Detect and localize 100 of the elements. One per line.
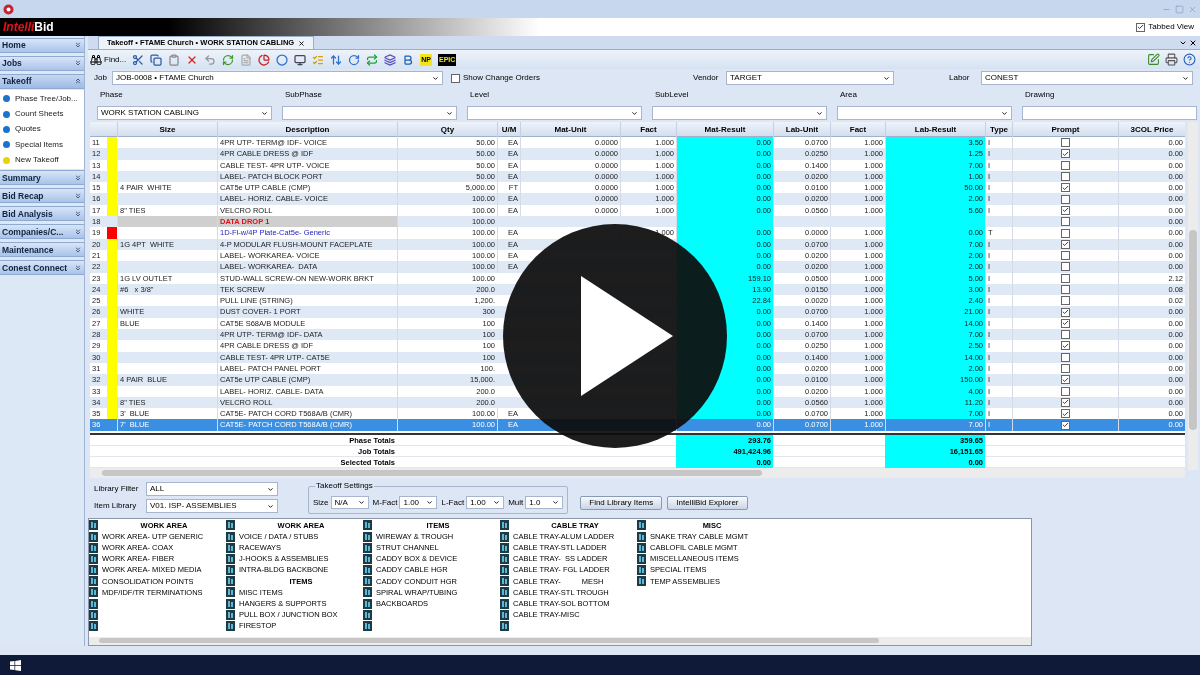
horizontal-scrollbar[interactable]	[90, 467, 1185, 478]
setting-dropdown[interactable]: N/A	[330, 496, 369, 510]
sidebar-item[interactable]: New Takeoff	[0, 152, 84, 168]
checkbox[interactable]	[1061, 160, 1070, 170]
library-icon	[226, 565, 235, 576]
checkbox[interactable]	[1061, 330, 1070, 340]
video-play-overlay[interactable]	[503, 224, 727, 448]
sidebar-section[interactable]: Home	[0, 37, 84, 53]
sidebar-item[interactable]: Special Items	[0, 137, 84, 153]
horizontal-scrollbar[interactable]	[89, 636, 1031, 645]
sidebar-section[interactable]: Jobs	[0, 55, 84, 71]
library-icon	[363, 609, 372, 620]
setting-dropdown[interactable]: 1.00	[466, 496, 505, 510]
sidebar-item[interactable]: Quotes	[0, 121, 84, 138]
checkbox[interactable]	[1061, 341, 1070, 351]
logo-suffix: Bid	[34, 21, 54, 33]
arrows-icon[interactable]	[330, 53, 343, 66]
checkbox[interactable]	[1061, 420, 1070, 430]
expand-icon	[74, 41, 82, 49]
library-icon	[363, 621, 372, 631]
circle-icon[interactable]	[276, 53, 289, 66]
library-icon	[500, 531, 509, 542]
checkbox[interactable]	[1061, 352, 1070, 362]
sidebar-section[interactable]: Companies/C...	[0, 224, 84, 240]
expand-icon	[74, 227, 82, 236]
filter-dropdown[interactable]: WORK STATION CABLING	[97, 106, 272, 120]
monitor-icon[interactable]	[294, 53, 307, 66]
library-icon	[363, 553, 372, 564]
library-icon	[500, 598, 509, 609]
checkbox[interactable]	[1061, 375, 1070, 385]
filter-field[interactable]	[1022, 106, 1197, 120]
checkbox[interactable]	[1061, 285, 1070, 294]
expand-icon	[74, 209, 82, 218]
checkbox[interactable]	[1061, 386, 1070, 396]
vendor-dropdown[interactable]: TARGET	[726, 71, 894, 85]
repeat-icon[interactable]	[366, 53, 379, 66]
sidebar-section[interactable]: Takeoff	[0, 73, 84, 89]
help-icon[interactable]	[1183, 53, 1196, 66]
checkbox[interactable]	[1061, 172, 1070, 182]
library-icon	[226, 531, 235, 542]
library-icon	[637, 520, 646, 531]
checkbox[interactable]	[1061, 138, 1070, 148]
setting-label: Mult	[508, 496, 524, 509]
pie-chart-icon[interactable]	[258, 53, 271, 66]
checkbox[interactable]	[1061, 149, 1070, 159]
refresh-icon[interactable]	[222, 53, 235, 66]
checkbox[interactable]	[451, 73, 460, 83]
library-icon	[226, 587, 235, 598]
checkbox[interactable]	[1061, 262, 1070, 272]
clipboard-icon[interactable]	[168, 53, 181, 66]
checkbox[interactable]	[1136, 22, 1146, 32]
setting-dropdown[interactable]: 1.0	[525, 496, 564, 510]
vertical-scrollbar[interactable]	[1188, 122, 1198, 470]
printer-icon[interactable]	[1165, 53, 1178, 66]
checkbox[interactable]	[1061, 364, 1070, 374]
scissors-icon[interactable]	[132, 53, 145, 66]
sidebar-section[interactable]: Bid Recap	[0, 188, 84, 204]
library-icon	[89, 576, 98, 587]
sidebar-item[interactable]: Phase Tree/Job...	[0, 91, 84, 107]
library-button[interactable]: IntelliBid Explorer	[667, 495, 748, 510]
library-icon	[89, 609, 98, 620]
library-filter-dropdown[interactable]: ALL	[146, 482, 278, 497]
checkbox[interactable]	[1061, 183, 1070, 193]
find-button[interactable]: Find...	[90, 53, 127, 66]
checkbox[interactable]	[1061, 273, 1070, 283]
sidebar-section[interactable]: Maintenance	[0, 242, 84, 258]
setting-dropdown[interactable]: 1.00	[399, 496, 438, 510]
checkbox[interactable]	[1061, 239, 1070, 249]
checkbox[interactable]	[1061, 397, 1070, 407]
copy-icon[interactable]	[150, 53, 163, 66]
expand-icon	[74, 59, 82, 67]
checkbox[interactable]	[1061, 318, 1070, 328]
edit-icon[interactable]	[1147, 53, 1160, 66]
sidebar-section[interactable]: Summary	[0, 170, 84, 186]
checkbox[interactable]	[1061, 217, 1070, 227]
sidebar-section[interactable]: Bid Analysis	[0, 206, 84, 222]
close-icon[interactable]	[298, 39, 306, 47]
checkbox[interactable]	[1061, 307, 1070, 317]
sidebar-section[interactable]: Conest Connect	[0, 260, 84, 276]
sidebar-item[interactable]: Count Sheets	[0, 106, 84, 122]
checkbox[interactable]	[1061, 251, 1070, 261]
library-icon	[500, 609, 509, 620]
setting-label: M-Fact	[372, 496, 398, 509]
checkbox[interactable]	[1061, 194, 1070, 204]
checkbox[interactable]	[1061, 228, 1070, 238]
collapse-icon	[74, 77, 82, 85]
rotate-icon[interactable]	[348, 53, 361, 66]
checkbox[interactable]	[1061, 296, 1070, 306]
library-icon	[89, 621, 98, 631]
library-button[interactable]: Find Library Items	[580, 495, 663, 510]
item-library-dropdown[interactable]: V01. ISP- ASSEMBLIES	[146, 499, 278, 514]
layers-icon[interactable]	[384, 53, 397, 66]
checkbox[interactable]	[1061, 409, 1070, 419]
library-icon	[637, 542, 646, 553]
windows-logo-icon[interactable]	[10, 659, 21, 671]
job-dropdown[interactable]: JOB-0008 • FTAME Church	[112, 71, 443, 85]
labor-dropdown[interactable]: CONEST	[981, 71, 1193, 85]
checkbox[interactable]	[1061, 205, 1070, 215]
close-icon[interactable]	[1189, 39, 1197, 47]
bold-icon[interactable]	[402, 53, 415, 66]
